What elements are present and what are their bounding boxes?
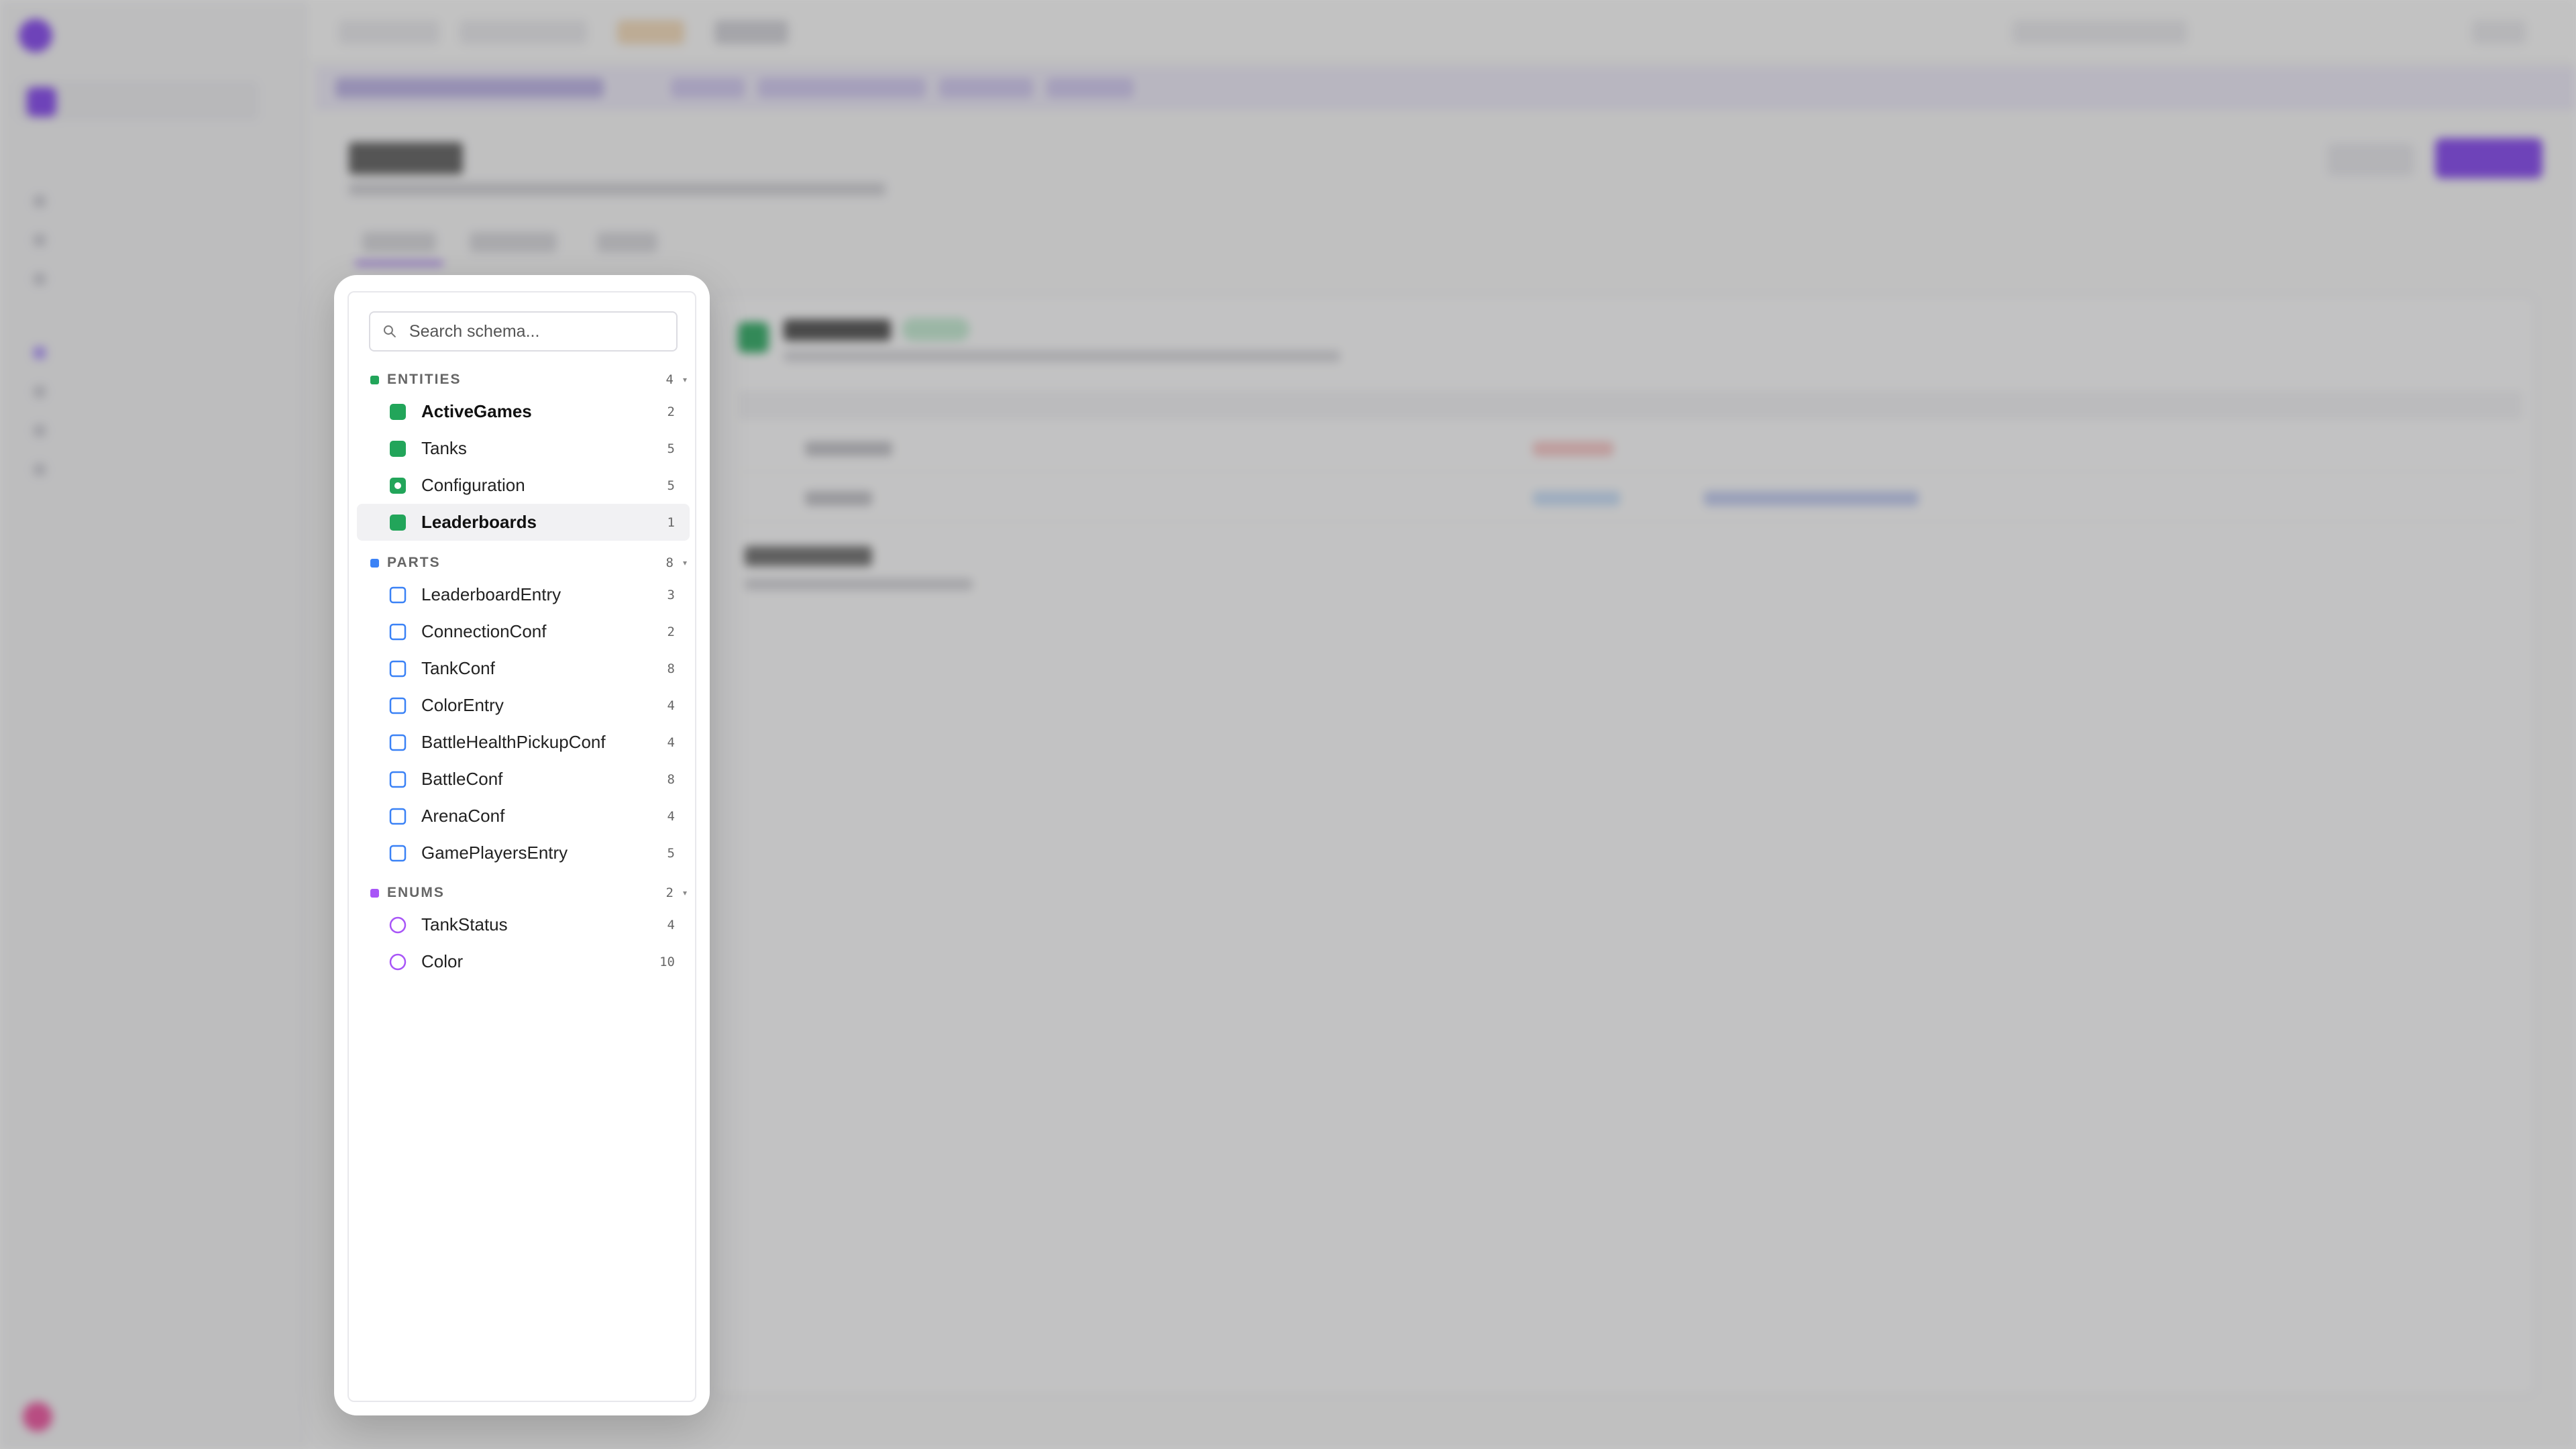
part-outline-icon — [389, 623, 407, 641]
schema-item-leaderboards[interactable]: Leaderboards 1 — [357, 504, 690, 541]
item-label: ArenaConf — [421, 806, 505, 826]
item-label: ColorEntry — [421, 695, 504, 715]
schema-item-battleconf[interactable]: BattleConf 8 — [357, 761, 690, 798]
entity-square-icon — [389, 514, 407, 531]
part-outline-icon — [389, 660, 407, 678]
part-outline-icon — [389, 697, 407, 714]
parts-dot-icon — [370, 558, 379, 568]
section-enums: ENUMS 2 ▾ TankStatus 4 Color 10 — [349, 879, 698, 980]
part-outline-icon — [389, 845, 407, 862]
entities-dot-icon — [370, 375, 379, 384]
search-icon — [383, 325, 396, 337]
item-count: 5 — [667, 441, 675, 456]
item-label: Color — [421, 951, 464, 971]
schema-panel: ENTITIES 4 ▾ ActiveGames 2 Tanks 5 — [347, 291, 696, 1402]
item-label: TankStatus — [421, 914, 508, 934]
search-input[interactable] — [409, 321, 676, 341]
schema-item-tankstatus[interactable]: TankStatus 4 — [357, 906, 690, 943]
part-outline-icon — [389, 586, 407, 604]
item-label: Configuration — [421, 475, 525, 495]
item-count: 4 — [667, 808, 675, 824]
item-count: 8 — [667, 771, 675, 787]
item-count: 5 — [667, 478, 675, 493]
item-count: 4 — [667, 917, 675, 932]
item-count: 8 — [667, 661, 675, 676]
item-count: 2 — [667, 624, 675, 639]
schema-item-colorentry[interactable]: ColorEntry 4 — [357, 687, 690, 724]
part-outline-icon — [389, 771, 407, 788]
schema-item-leaderboardentry[interactable]: LeaderboardEntry 3 — [357, 576, 690, 613]
schema-item-gameplayersentry[interactable]: GamePlayersEntry 5 — [357, 835, 690, 871]
section-count: 2 — [665, 885, 674, 900]
schema-item-tankconf[interactable]: TankConf 8 — [357, 650, 690, 687]
enum-circle-icon — [389, 916, 407, 934]
section-header-parts[interactable]: PARTS 8 ▾ — [349, 549, 698, 576]
item-label: Tanks — [421, 438, 467, 458]
section-header-entities[interactable]: ENTITIES 4 ▾ — [349, 366, 698, 393]
schema-item-color[interactable]: Color 10 — [357, 943, 690, 980]
schema-item-activegames[interactable]: ActiveGames 2 — [357, 393, 690, 430]
item-label: LeaderboardEntry — [421, 584, 561, 604]
item-count: 2 — [667, 404, 675, 419]
section-label: ENUMS — [387, 885, 445, 900]
section-header-enums[interactable]: ENUMS 2 ▾ — [349, 879, 698, 906]
search-box[interactable] — [369, 311, 678, 352]
section-count: 8 — [665, 555, 674, 570]
entity-square-icon — [389, 403, 407, 421]
item-label: TankConf — [421, 658, 495, 678]
item-count: 3 — [667, 587, 675, 602]
item-label: GamePlayersEntry — [421, 843, 568, 863]
section-entities: ENTITIES 4 ▾ ActiveGames 2 Tanks 5 Confi… — [349, 366, 698, 541]
schema-item-configuration[interactable]: Configuration 5 — [357, 467, 690, 504]
section-label: ENTITIES — [387, 372, 462, 387]
section-label: PARTS — [387, 555, 441, 570]
collapse-toggle-icon[interactable]: ▾ — [683, 375, 687, 384]
item-label: BattleConf — [421, 769, 503, 789]
collapse-toggle-icon[interactable]: ▾ — [683, 888, 687, 898]
item-label: ConnectionConf — [421, 621, 547, 641]
section-count: 4 — [665, 372, 674, 387]
entity-square-icon — [389, 440, 407, 458]
item-count: 10 — [659, 954, 675, 969]
schema-popover: ENTITIES 4 ▾ ActiveGames 2 Tanks 5 — [334, 275, 710, 1415]
part-outline-icon — [389, 734, 407, 751]
item-label: ActiveGames — [421, 401, 532, 421]
item-count: 4 — [667, 735, 675, 750]
enums-dot-icon — [370, 888, 379, 898]
schema-item-arenaconf[interactable]: ArenaConf 4 — [357, 798, 690, 835]
item-count: 5 — [667, 845, 675, 861]
entity-singleton-icon — [389, 477, 407, 494]
collapse-toggle-icon[interactable]: ▾ — [683, 558, 687, 568]
part-outline-icon — [389, 808, 407, 825]
item-count: 1 — [667, 515, 675, 530]
item-label: Leaderboards — [421, 512, 537, 532]
schema-item-tanks[interactable]: Tanks 5 — [357, 430, 690, 467]
section-parts: PARTS 8 ▾ LeaderboardEntry 3 ConnectionC… — [349, 549, 698, 871]
enum-circle-icon — [389, 953, 407, 971]
item-label: BattleHealthPickupConf — [421, 732, 606, 752]
schema-item-connectionconf[interactable]: ConnectionConf 2 — [357, 613, 690, 650]
schema-item-battlehealthpickupconf[interactable]: BattleHealthPickupConf 4 — [357, 724, 690, 761]
item-count: 4 — [667, 698, 675, 713]
